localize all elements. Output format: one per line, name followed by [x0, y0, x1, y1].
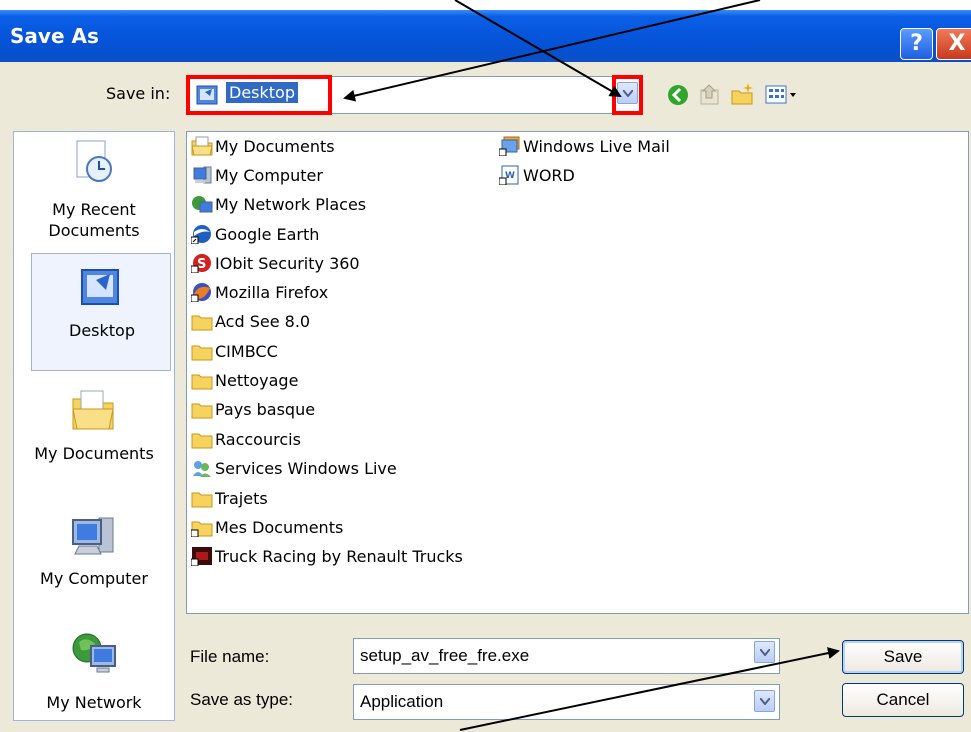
- arrow-to-save: [459, 647, 840, 731]
- arrow-to-dropdown: [454, 0, 622, 98]
- annotation-arrows: [343, 0, 840, 731]
- arrow-to-location: [343, 0, 761, 102]
